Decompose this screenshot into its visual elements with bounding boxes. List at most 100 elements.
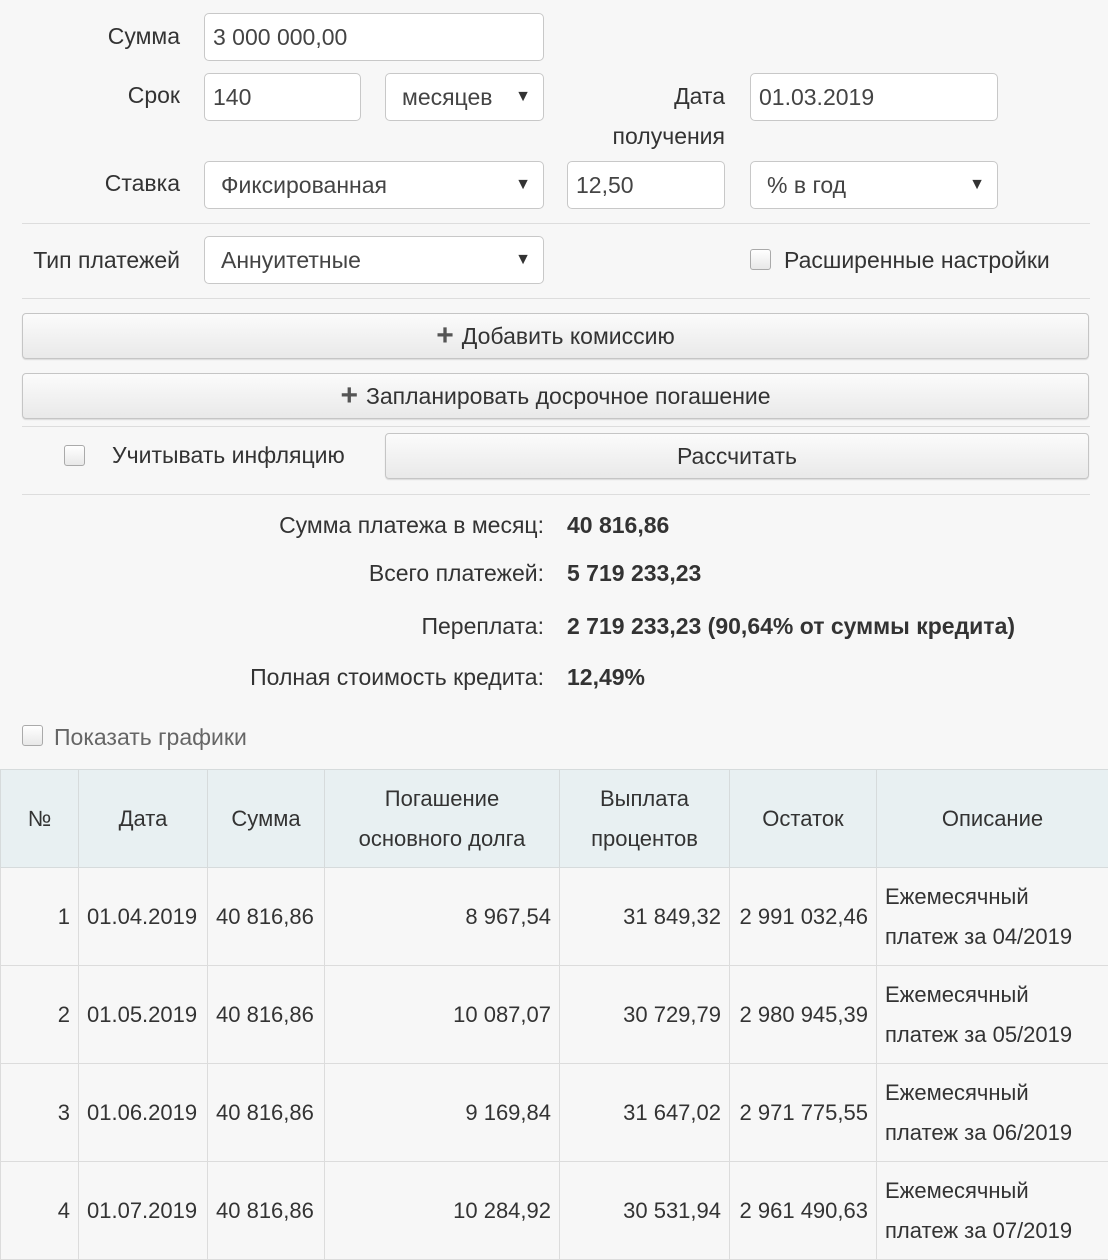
row-num: 2 [1,966,79,1064]
rate-unit-value: % в год [767,172,846,198]
payment-type-value: Аннуитетные [221,247,361,273]
plus-icon: + [436,314,454,358]
table-row: 3 01.06.2019 40 816,86 9 169,84 31 647,0… [1,1064,1108,1162]
payment-type-label: Тип платежей [33,241,180,280]
add-commission-button[interactable]: + Добавить комиссию [22,313,1089,359]
date-label: Дата получения [613,76,725,156]
divider [22,223,1090,224]
plan-prepayment-label: Запланировать досрочное погашение [366,383,771,409]
row-principal: 8 967,54 [325,868,560,966]
col-desc: Описание [877,770,1108,868]
amount-label: Сумма [108,17,180,56]
inflation-label: Учитывать инфляцию [112,436,345,475]
table-row: 4 01.07.2019 40 816,86 10 284,92 30 531,… [1,1162,1108,1260]
row-num: 1 [1,868,79,966]
row-desc-line1: Ежемесячный [885,1171,1100,1211]
total-payments-label: Всего платежей: [369,560,544,587]
rate-type-value: Фиксированная [221,172,387,198]
col-principal: Погашение основного долга [325,770,560,868]
show-charts-checkbox[interactable] [22,725,43,746]
row-desc-line1: Ежемесячный [885,877,1100,917]
date-label-line2: получения [613,116,725,156]
col-principal-line1: Погашение [329,779,555,819]
date-input[interactable]: 01.03.2019 [750,73,998,121]
row-balance: 2 971 775,55 [730,1064,877,1162]
row-sum: 40 816,86 [208,1162,325,1260]
payment-type-select[interactable]: Аннуитетные ▼ [204,236,544,284]
row-date: 01.06.2019 [79,1064,208,1162]
rate-unit-select[interactable]: % в год ▼ [750,161,998,209]
table-row: 2 01.05.2019 40 816,86 10 087,07 30 729,… [1,966,1108,1064]
row-sum: 40 816,86 [208,868,325,966]
row-date: 01.05.2019 [79,966,208,1064]
col-sum: Сумма [208,770,325,868]
row-interest: 30 729,79 [560,966,730,1064]
col-balance: Остаток [730,770,877,868]
total-payments-value: 5 719 233,23 [567,560,701,587]
row-interest: 30 531,94 [560,1162,730,1260]
row-desc-line2: платеж за 06/2019 [885,1113,1100,1153]
col-interest-line1: Выплата [564,779,725,819]
term-unit-value: месяцев [402,84,492,110]
date-label-line1: Дата [613,76,725,116]
row-desc: Ежемесячный платеж за 06/2019 [877,1064,1108,1162]
row-principal: 10 284,92 [325,1162,560,1260]
row-interest: 31 647,02 [560,1064,730,1162]
rate-input[interactable]: 12,50 [567,161,725,209]
table-row: 1 01.04.2019 40 816,86 8 967,54 31 849,3… [1,868,1108,966]
chevron-down-icon: ▼ [515,162,531,208]
divider [22,494,1090,495]
row-num: 4 [1,1162,79,1260]
rate-label: Ставка [105,164,180,203]
monthly-payment-label: Сумма платежа в месяц: [279,512,544,539]
monthly-payment-value: 40 816,86 [567,512,669,539]
full-cost-label: Полная стоимость кредита: [250,664,544,691]
chevron-down-icon: ▼ [515,237,531,283]
amount-input[interactable]: 3 000 000,00 [204,13,544,61]
table-header-row: № Дата Сумма Погашение основного долга В… [1,770,1108,868]
plan-prepayment-button[interactable]: + Запланировать досрочное погашение [22,373,1089,419]
row-sum: 40 816,86 [208,1064,325,1162]
overpayment-value: 2 719 233,23 (90,64% от суммы кредита) [567,613,1015,640]
row-balance: 2 980 945,39 [730,966,877,1064]
row-balance: 2 961 490,63 [730,1162,877,1260]
show-charts-label: Показать графики [54,718,247,757]
term-unit-select[interactable]: месяцев ▼ [385,73,544,121]
plus-icon: + [340,374,358,418]
divider [22,298,1090,299]
row-principal: 9 169,84 [325,1064,560,1162]
payment-schedule-table: № Дата Сумма Погашение основного долга В… [0,769,1108,1260]
row-desc: Ежемесячный платеж за 07/2019 [877,1162,1108,1260]
overpayment-label: Переплата: [421,613,544,640]
row-sum: 40 816,86 [208,966,325,1064]
row-num: 3 [1,1064,79,1162]
term-input[interactable]: 140 [204,73,361,121]
divider [22,426,1090,427]
row-desc-line2: платеж за 05/2019 [885,1015,1100,1055]
advanced-settings-label: Расширенные настройки [784,241,1050,280]
row-desc-line1: Ежемесячный [885,975,1100,1015]
row-date: 01.04.2019 [79,868,208,966]
inflation-checkbox[interactable] [64,445,85,466]
advanced-settings-checkbox[interactable] [750,249,771,270]
full-cost-value: 12,49% [567,664,645,691]
calculate-button[interactable]: Рассчитать [385,433,1089,479]
row-date: 01.07.2019 [79,1162,208,1260]
rate-type-select[interactable]: Фиксированная ▼ [204,161,544,209]
col-interest-line2: процентов [564,819,725,859]
row-desc-line2: платеж за 04/2019 [885,917,1100,957]
col-interest: Выплата процентов [560,770,730,868]
chevron-down-icon: ▼ [515,74,531,120]
row-desc-line2: платеж за 07/2019 [885,1211,1100,1251]
row-desc: Ежемесячный платеж за 05/2019 [877,966,1108,1064]
chevron-down-icon: ▼ [969,162,985,208]
row-balance: 2 991 032,46 [730,868,877,966]
col-principal-line2: основного долга [329,819,555,859]
row-desc: Ежемесячный платеж за 04/2019 [877,868,1108,966]
add-commission-label: Добавить комиссию [462,323,675,349]
row-interest: 31 849,32 [560,868,730,966]
col-num: № [1,770,79,868]
row-principal: 10 087,07 [325,966,560,1064]
term-label: Срок [128,76,180,115]
row-desc-line1: Ежемесячный [885,1073,1100,1113]
